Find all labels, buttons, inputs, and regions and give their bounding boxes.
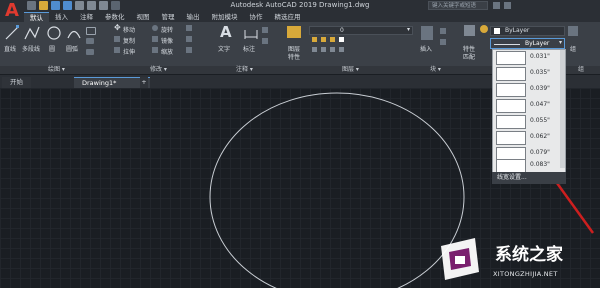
lineweight-swatch [496, 159, 526, 173]
lineweight-item-label: 0.039" [530, 85, 550, 92]
lineweight-swatch [496, 67, 526, 81]
lineweight-swatch [496, 131, 526, 145]
lineweight-item-label: 0.035" [530, 69, 550, 76]
lineweight-item[interactable]: 0.035" [496, 66, 556, 82]
circle-shape [209, 92, 465, 288]
lineweight-item[interactable]: 0.047" [496, 98, 556, 114]
lineweight-item-label: 0.047" [530, 101, 550, 108]
watermark-logo-icon [441, 238, 479, 280]
lineweight-item-label: 0.079" [530, 149, 550, 156]
lineweight-item-label: 0.031" [530, 53, 550, 60]
lineweight-swatch [496, 51, 526, 65]
watermark-url: XITONGZHIJIA.NET [493, 270, 558, 278]
watermark-title: 系统之家 [495, 245, 563, 265]
lineweight-list: 0.031" 0.035" 0.039" 0.047" 0.055" 0.062… [492, 49, 566, 184]
lineweight-settings-link[interactable]: 线宽设置... [492, 172, 566, 184]
lineweight-item[interactable]: 0.031" [496, 50, 556, 66]
lineweight-scrollbar[interactable] [560, 50, 565, 168]
lineweight-item[interactable]: 0.055" [496, 114, 556, 130]
lineweight-item-label: 0.062" [530, 133, 550, 140]
lineweight-item-label: 0.083" [530, 161, 550, 168]
lineweight-item[interactable]: 0.039" [496, 82, 556, 98]
lineweight-swatch [496, 83, 526, 97]
lineweight-item-label: 0.055" [530, 117, 550, 124]
lineweight-item[interactable]: 0.062" [496, 130, 556, 146]
lineweight-swatch [496, 99, 526, 113]
lineweight-swatch [496, 115, 526, 129]
